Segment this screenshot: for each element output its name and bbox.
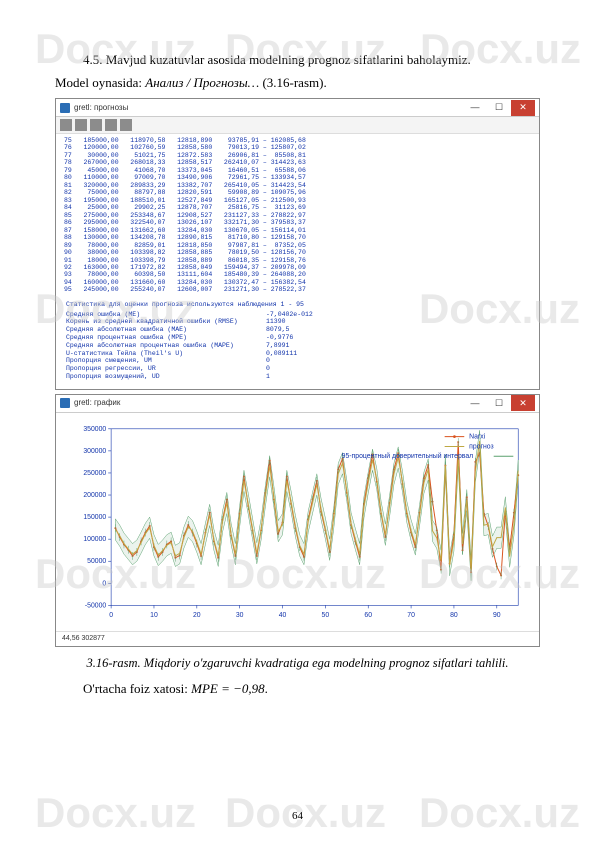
figure-caption: 3.16-rasm. Miqdoriy o'zgaruvchi kvadrati… bbox=[65, 655, 530, 673]
table-row: 89 78000,00 82859,01 12818,850 97987,81 … bbox=[64, 242, 531, 249]
stats-row: Средняя процентная ошибка (MPE)-0,9776 bbox=[66, 334, 529, 342]
table-row: 87 158000,00 131662,60 13284,030 130670,… bbox=[64, 227, 531, 234]
svg-text:150000: 150000 bbox=[83, 514, 106, 521]
window-titlebar: gretl: прогнозы — ☐ ✕ bbox=[56, 99, 539, 117]
svg-text:50: 50 bbox=[322, 612, 330, 619]
svg-text:0: 0 bbox=[102, 580, 106, 587]
table-row: 80 110000,00 97009,70 13490,906 72961,75… bbox=[64, 174, 531, 181]
toolbar-icon[interactable] bbox=[60, 119, 72, 131]
forecast-stats: Статистика для оценки прогноза использую… bbox=[56, 297, 539, 389]
status-bar: 44,56 302877 bbox=[56, 631, 539, 647]
table-row: 88 130000,00 134208,78 12890,815 81710,8… bbox=[64, 234, 531, 241]
table-row: 81 320000,00 289833,29 13382,707 265410,… bbox=[64, 182, 531, 189]
svg-text:Narxi: Narxi bbox=[469, 433, 485, 440]
svg-text:20: 20 bbox=[193, 612, 201, 619]
svg-text:-50000: -50000 bbox=[85, 602, 107, 609]
forecast-window: gretl: прогнозы — ☐ ✕ 75 185000,00 11897… bbox=[55, 98, 540, 390]
page-number: 64 bbox=[0, 810, 595, 822]
stats-row: Пропорция возмущений, UD1 bbox=[66, 373, 529, 381]
window-title: gretl: график bbox=[74, 397, 120, 409]
table-row: 78 267000,00 268018,33 12858,517 262410,… bbox=[64, 159, 531, 166]
intro-paragraph-2: Model oynasida: Анализ / Прогнозы… (3.16… bbox=[55, 73, 540, 93]
mpe-label: O'rtacha foiz xatosi: bbox=[83, 681, 191, 696]
table-row: 91 18000,00 103398,79 12858,889 86018,35… bbox=[64, 257, 531, 264]
stats-title: Статистика для оценки прогноза использую… bbox=[66, 301, 529, 309]
intro-text-post: (3.16-rasm). bbox=[259, 75, 327, 90]
menu-path-text: Анализ / Прогнозы… bbox=[145, 75, 259, 90]
table-row: 95 245000,00 255240,07 12608,007 231271,… bbox=[64, 286, 531, 293]
forecast-chart: -500000500001000001500002000002500003000… bbox=[62, 419, 533, 625]
table-row: 79 45000,00 41068,70 13373,045 16460,51 … bbox=[64, 167, 531, 174]
intro-paragraph-1: 4.5. Mavjud kuzatuvlar asosida modelning… bbox=[55, 50, 540, 70]
svg-text:250000: 250000 bbox=[83, 470, 106, 477]
stats-row: Средняя абсолютная процентная ошибка (MA… bbox=[66, 342, 529, 350]
stats-row: Пропорция смещения, UM0 bbox=[66, 357, 529, 365]
mpe-formula: MPE = −0,98 bbox=[191, 681, 265, 696]
svg-text:95-процентный доверительный ин: 95-процентный доверительный интервал bbox=[342, 452, 474, 460]
window-toolbar bbox=[56, 117, 539, 134]
table-row: 76 120000,00 102760,59 12858,580 79013,1… bbox=[64, 144, 531, 151]
svg-text:200000: 200000 bbox=[83, 492, 106, 499]
app-icon bbox=[60, 103, 70, 113]
svg-text:50000: 50000 bbox=[87, 558, 106, 565]
svg-text:100000: 100000 bbox=[83, 536, 106, 543]
maximize-button[interactable]: ☐ bbox=[487, 100, 511, 116]
svg-text:0: 0 bbox=[109, 612, 113, 619]
table-row: 86 295000,00 322540,07 13026,107 332171,… bbox=[64, 219, 531, 226]
table-row: 84 25000,00 29902,25 12878,707 25816,75 … bbox=[64, 204, 531, 211]
svg-text:300000: 300000 bbox=[83, 448, 106, 455]
close-button[interactable]: ✕ bbox=[511, 395, 535, 411]
chart-canvas: -500000500001000001500002000002500003000… bbox=[56, 413, 539, 631]
maximize-button[interactable]: ☐ bbox=[487, 395, 511, 411]
table-row: 92 163000,00 171972,82 12858,049 159494,… bbox=[64, 264, 531, 271]
close-button[interactable]: ✕ bbox=[511, 100, 535, 116]
table-row: 94 160000,00 131660,60 13284,030 130372,… bbox=[64, 279, 531, 286]
table-row: 85 275000,00 253348,67 12908,527 231127,… bbox=[64, 212, 531, 219]
forecast-data-table: 75 185000,00 118970,58 12818,890 93785,9… bbox=[56, 134, 539, 297]
table-row: 90 38000,00 103398,82 12858,885 78019,50… bbox=[64, 249, 531, 256]
table-row: 75 185000,00 118970,58 12818,890 93785,9… bbox=[64, 137, 531, 144]
toolbar-icon[interactable] bbox=[90, 119, 102, 131]
svg-text:прогноз: прогноз bbox=[469, 443, 494, 450]
toolbar-icon[interactable] bbox=[105, 119, 117, 131]
stats-row: Средняя абсолютная ошибка (MAE)8079,5 bbox=[66, 326, 529, 334]
svg-text:70: 70 bbox=[407, 612, 415, 619]
table-row: 83 195000,00 188510,01 12527,849 165127,… bbox=[64, 197, 531, 204]
svg-text:350000: 350000 bbox=[83, 426, 106, 433]
stats-row: U-статистика Тейла (Theil's U)0,089111 bbox=[66, 350, 529, 358]
window-title: gretl: прогнозы bbox=[74, 102, 128, 114]
svg-text:40: 40 bbox=[279, 612, 287, 619]
chart-window: gretl: график — ☐ ✕ -5000005000010000015… bbox=[55, 394, 540, 648]
svg-text:10: 10 bbox=[150, 612, 158, 619]
window-titlebar: gretl: график — ☐ ✕ bbox=[56, 395, 539, 413]
svg-text:80: 80 bbox=[450, 612, 458, 619]
app-icon bbox=[60, 398, 70, 408]
svg-text:30: 30 bbox=[236, 612, 244, 619]
toolbar-icon[interactable] bbox=[120, 119, 132, 131]
stats-row: Пропорция регрессии, UR0 bbox=[66, 365, 529, 373]
svg-text:90: 90 bbox=[493, 612, 501, 619]
mpe-result: O'rtacha foiz xatosi: MPE = −0,98. bbox=[55, 679, 540, 699]
table-row: 82 75000,00 88797,88 12820,591 59908,89 … bbox=[64, 189, 531, 196]
svg-text:60: 60 bbox=[364, 612, 372, 619]
minimize-button[interactable]: — bbox=[463, 100, 487, 116]
minimize-button[interactable]: — bbox=[463, 395, 487, 411]
intro-text-pre: Model oynasida: bbox=[55, 75, 145, 90]
toolbar-icon[interactable] bbox=[75, 119, 87, 131]
table-row: 93 78000,00 60398,50 13111,604 185480,39… bbox=[64, 271, 531, 278]
table-row: 77 30000,00 51021,75 12872.583 26906,81 … bbox=[64, 152, 531, 159]
